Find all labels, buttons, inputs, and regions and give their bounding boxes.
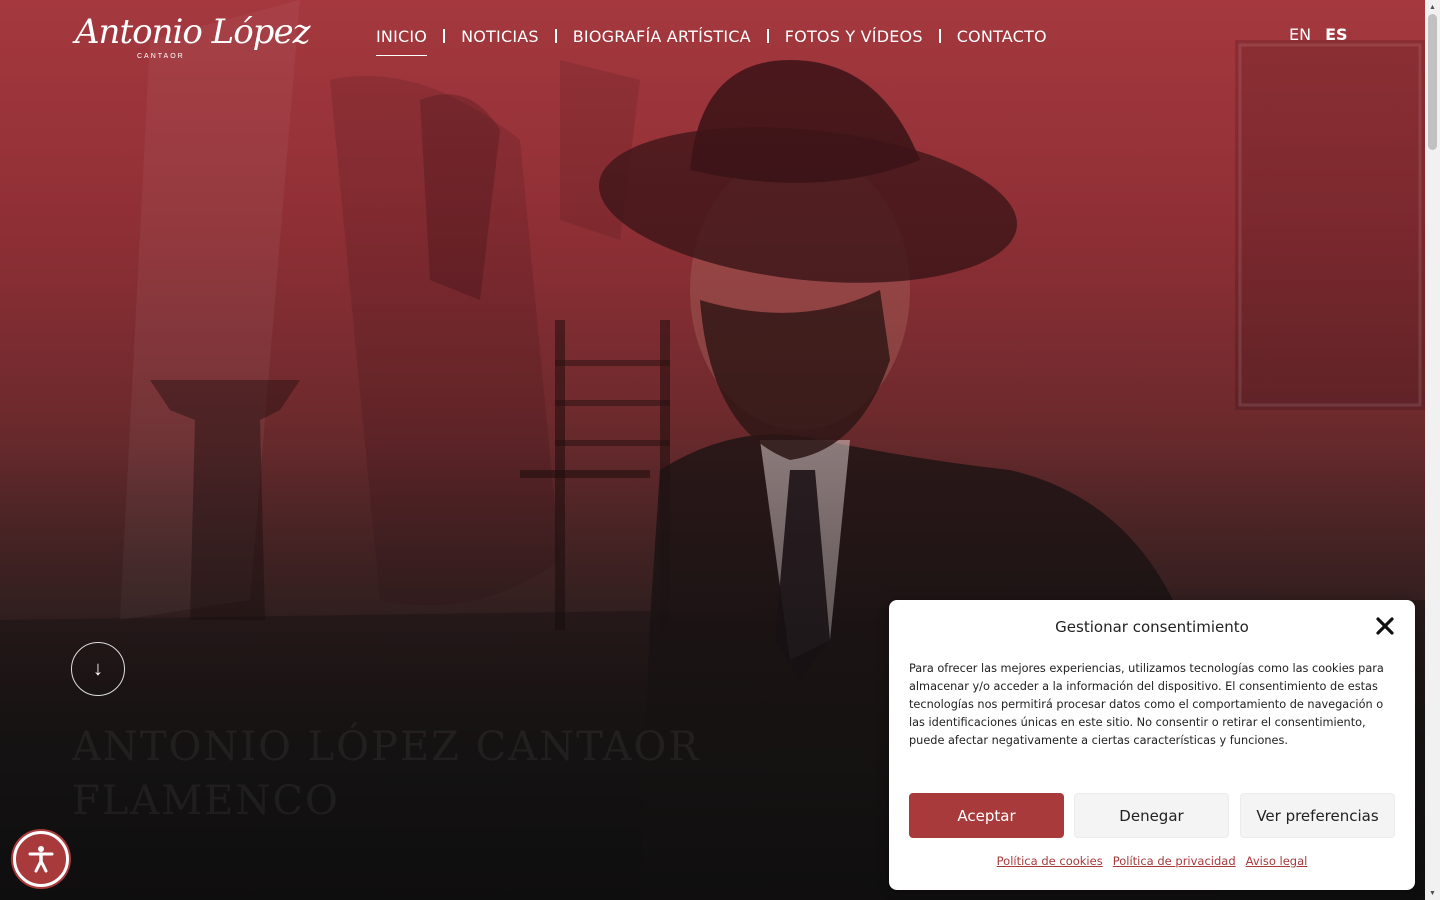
deny-button[interactable]: Denegar [1074, 793, 1229, 838]
privacy-policy-link[interactable]: Política de privacidad [1113, 854, 1236, 868]
accessibility-button[interactable] [13, 831, 69, 887]
scroll-down-arrow[interactable]: ▼ [1425, 886, 1440, 900]
cookies-policy-link[interactable]: Política de cookies [997, 854, 1103, 868]
close-icon [1376, 617, 1394, 635]
scroll-up-arrow[interactable]: ▲ [1425, 0, 1440, 14]
nav-item-contacto[interactable]: CONTACTO [957, 27, 1047, 46]
logo-subtitle: CANTAOR [137, 53, 185, 60]
consent-text: Para ofrecer las mejores experiencias, u… [909, 662, 1384, 747]
hero-heading-line1: ANTONIO LÓPEZ CANTAOR [72, 724, 701, 770]
accessibility-icon [28, 846, 54, 873]
logo-script: Antonio López [75, 12, 310, 52]
nav-separator [938, 29, 941, 43]
legal-notice-link[interactable]: Aviso legal [1246, 854, 1308, 868]
nav-item-inicio[interactable]: INICIO [376, 27, 428, 56]
nav-separator [766, 29, 769, 43]
close-button[interactable] [1375, 616, 1395, 636]
arrow-down-icon: ↓ [93, 657, 103, 680]
lang-en[interactable]: EN [1289, 25, 1311, 44]
consent-title: Gestionar consentimiento [1055, 618, 1249, 636]
page-scrollbar[interactable]: ▲ ▼ [1425, 0, 1440, 900]
lang-es[interactable]: ES [1325, 25, 1347, 44]
consent-links: Política de cookies Política de privacid… [889, 854, 1415, 868]
language-switcher: EN ES [1289, 25, 1348, 44]
site-logo[interactable]: Antonio López CANTAOR [75, 10, 310, 65]
scrollbar-thumb[interactable] [1428, 14, 1437, 150]
nav-item-noticias[interactable]: NOTICIAS [461, 27, 539, 46]
nav-separator [554, 29, 557, 43]
nav-item-fotos-videos[interactable]: FOTOS Y VÍDEOS [785, 27, 923, 46]
consent-dialog: Gestionar consentimiento Para ofrecer la… [889, 600, 1415, 890]
nav-separator [443, 29, 446, 43]
hero-heading: ANTONIO LÓPEZ CANTAOR FLAMENCO [72, 720, 700, 828]
main-nav: INICIO NOTICIAS BIOGRAFÍA ARTÍSTICA FOTO… [376, 24, 1047, 56]
hero-heading-line2: FLAMENCO [72, 778, 340, 824]
scroll-down-button[interactable]: ↓ [71, 642, 125, 696]
nav-item-biografia[interactable]: BIOGRAFÍA ARTÍSTICA [573, 27, 751, 46]
preferences-button[interactable]: Ver preferencias [1240, 793, 1395, 838]
accept-button[interactable]: Aceptar [909, 793, 1064, 838]
